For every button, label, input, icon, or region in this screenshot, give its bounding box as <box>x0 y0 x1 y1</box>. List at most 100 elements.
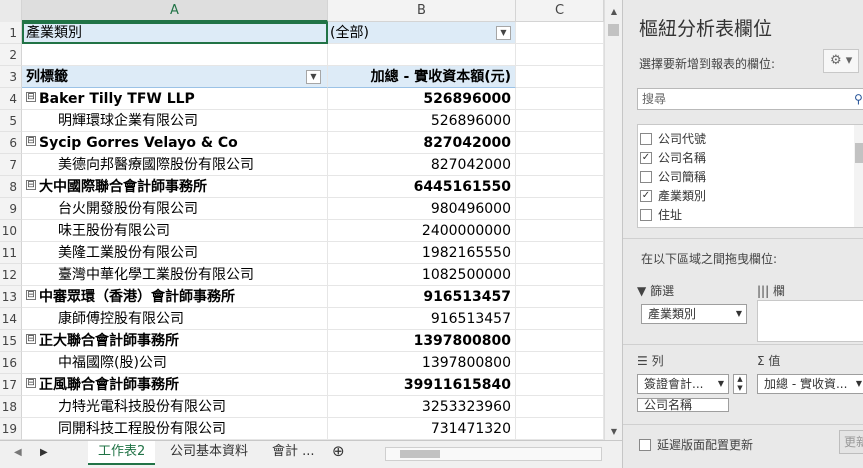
row-header[interactable]: 8 <box>0 176 22 198</box>
cell-c[interactable] <box>516 374 604 396</box>
row-pill-accountant[interactable]: 簽證會計... ▼ <box>637 374 729 394</box>
row-header[interactable]: 7 <box>0 154 22 176</box>
cell-c[interactable] <box>516 264 604 286</box>
checkbox-icon[interactable] <box>640 170 652 183</box>
row-header[interactable]: 3 <box>0 66 22 88</box>
vertical-scroll-thumb[interactable] <box>608 24 619 36</box>
tab-next-icon[interactable]: ▶ <box>40 447 48 458</box>
row-pill-company[interactable]: 公司名稱 <box>637 398 729 412</box>
row-header[interactable]: 18 <box>0 396 22 418</box>
cell-a[interactable]: 味王股份有限公司 <box>22 220 328 242</box>
collapse-icon[interactable]: ⊟ <box>26 290 36 300</box>
cell-a[interactable] <box>22 44 328 66</box>
tab-accounting[interactable]: 會計 ... <box>262 441 325 465</box>
cell-a[interactable]: 美隆工業股份有限公司 <box>22 242 328 264</box>
cell-b[interactable]: 1982165550 <box>328 242 516 264</box>
cell-c[interactable] <box>516 352 604 374</box>
checkbox-checked-icon[interactable]: ✓ <box>640 189 652 202</box>
row-header[interactable]: 15 <box>0 330 22 352</box>
column-header-b[interactable]: B <box>328 0 516 22</box>
cell-a[interactable]: ⊟ Baker Tilly TFW LLP <box>22 88 328 110</box>
cell-b[interactable]: 526896000 <box>328 88 516 110</box>
field-item[interactable]: ✓ 公司名稱 <box>640 148 706 168</box>
defer-update-option[interactable]: 延遲版面配置更新 <box>639 436 753 453</box>
checkbox-icon[interactable] <box>640 208 652 221</box>
value-pill-capital[interactable]: 加總 - 實收資... ▼ <box>757 374 863 394</box>
cell-a[interactable]: 明輝環球企業有限公司 <box>22 110 328 132</box>
field-item[interactable]: 公司簡稱 <box>640 167 706 187</box>
cell-b[interactable]: 827042000 <box>328 132 516 154</box>
tab-prev-icon[interactable]: ◀ <box>14 447 22 458</box>
cell-a[interactable]: 中福國際(股)公司 <box>22 352 328 374</box>
cell-b[interactable]: 731471320 <box>328 418 516 440</box>
add-sheet-icon[interactable]: ⊕ <box>322 440 355 464</box>
cell-b[interactable]: (全部) ▼ <box>328 22 516 44</box>
row-header[interactable]: 14 <box>0 308 22 330</box>
field-search-input[interactable]: 搜尋 ⚲ <box>637 88 863 110</box>
row-header[interactable]: 11 <box>0 242 22 264</box>
column-header-c[interactable]: C <box>516 0 604 22</box>
cell-c[interactable] <box>516 330 604 352</box>
cell-c[interactable] <box>516 242 604 264</box>
scroll-down-arrow-icon[interactable]: ▼ <box>605 424 622 440</box>
collapse-icon[interactable]: ⊟ <box>26 92 36 102</box>
field-item[interactable]: 住址 <box>640 205 682 225</box>
row-header[interactable]: 6 <box>0 132 22 154</box>
cell-c[interactable] <box>516 88 604 110</box>
cell-b[interactable]: 3253323960 <box>328 396 516 418</box>
field-list-scroll-thumb[interactable] <box>855 143 863 163</box>
checkbox-icon[interactable] <box>640 132 652 145</box>
cell-b[interactable]: 39911615840 <box>328 374 516 396</box>
cell-c[interactable] <box>516 132 604 154</box>
vertical-scrollbar[interactable]: ▲ ▼ <box>604 0 622 440</box>
row-header[interactable]: 9 <box>0 198 22 220</box>
cell-c[interactable] <box>516 110 604 132</box>
cell-c[interactable] <box>516 220 604 242</box>
cell-a[interactable]: 台火開發股份有限公司 <box>22 198 328 220</box>
cell-b[interactable]: 980496000 <box>328 198 516 220</box>
defer-update-checkbox[interactable] <box>639 438 651 451</box>
scroll-up-arrow-icon[interactable]: ▲ <box>605 4 622 20</box>
cell-b[interactable]: 2400000000 <box>328 220 516 242</box>
cell-b[interactable]: 1397800800 <box>328 330 516 352</box>
checkbox-icon[interactable] <box>640 228 652 229</box>
cell-b[interactable]: 1397800800 <box>328 352 516 374</box>
cell-b[interactable]: 827042000 <box>328 154 516 176</box>
row-header[interactable]: 12 <box>0 264 22 286</box>
cell-a[interactable]: ⊟ 大中國際聯合會計師事務所 <box>22 176 328 198</box>
field-list-scrollbar[interactable] <box>854 125 863 227</box>
horizontal-scrollbar[interactable] <box>385 447 602 461</box>
filter-pill-industry[interactable]: 產業類別 ▼ <box>641 304 747 324</box>
cell-b[interactable]: 6445161550 <box>328 176 516 198</box>
row-list-stepper[interactable]: ▲ ▼ <box>733 374 747 394</box>
cell-c[interactable] <box>516 418 604 440</box>
chevron-down-icon[interactable]: ▼ <box>856 375 862 393</box>
field-item[interactable]: ✓ 產業類別 <box>640 186 706 206</box>
field-item[interactable]: 公司代號 <box>640 129 706 149</box>
collapse-icon[interactable]: ⊟ <box>26 378 36 388</box>
update-button[interactable]: 更新 <box>839 430 863 454</box>
tab-company-basic[interactable]: 公司基本資料 <box>160 441 258 465</box>
columns-drop-area[interactable] <box>757 300 863 342</box>
cell-a[interactable]: ⊟ 正大聯合會計師事務所 <box>22 330 328 352</box>
row-header[interactable]: 16 <box>0 352 22 374</box>
collapse-icon[interactable]: ⊟ <box>26 334 36 344</box>
row-header[interactable]: 19 <box>0 418 22 440</box>
row-label-filter-icon[interactable]: ▼ <box>306 70 321 84</box>
filter-dropdown-icon[interactable]: ▼ <box>496 26 511 40</box>
cell-c[interactable] <box>516 176 604 198</box>
cell-b[interactable] <box>328 44 516 66</box>
row-header[interactable]: 17 <box>0 374 22 396</box>
cell-c[interactable] <box>516 44 604 66</box>
cell-a[interactable]: 列標籤 ▼ <box>22 66 328 88</box>
tab-sheet2[interactable]: 工作表2 <box>88 441 156 465</box>
search-icon[interactable]: ⚲ <box>854 89 863 109</box>
collapse-icon[interactable]: ⊟ <box>26 180 36 190</box>
cell-c[interactable] <box>516 396 604 418</box>
cell-a[interactable]: ⊟ 中審眾環（香港）會計師事務所 <box>22 286 328 308</box>
cell-c[interactable] <box>516 22 604 44</box>
cell-b[interactable]: 加總 - 實收資本額(元) <box>328 66 516 88</box>
cell-a[interactable]: 力特光電科技股份有限公司 <box>22 396 328 418</box>
chevron-down-icon[interactable]: ▼ <box>736 305 742 323</box>
checkbox-checked-icon[interactable]: ✓ <box>640 151 652 164</box>
